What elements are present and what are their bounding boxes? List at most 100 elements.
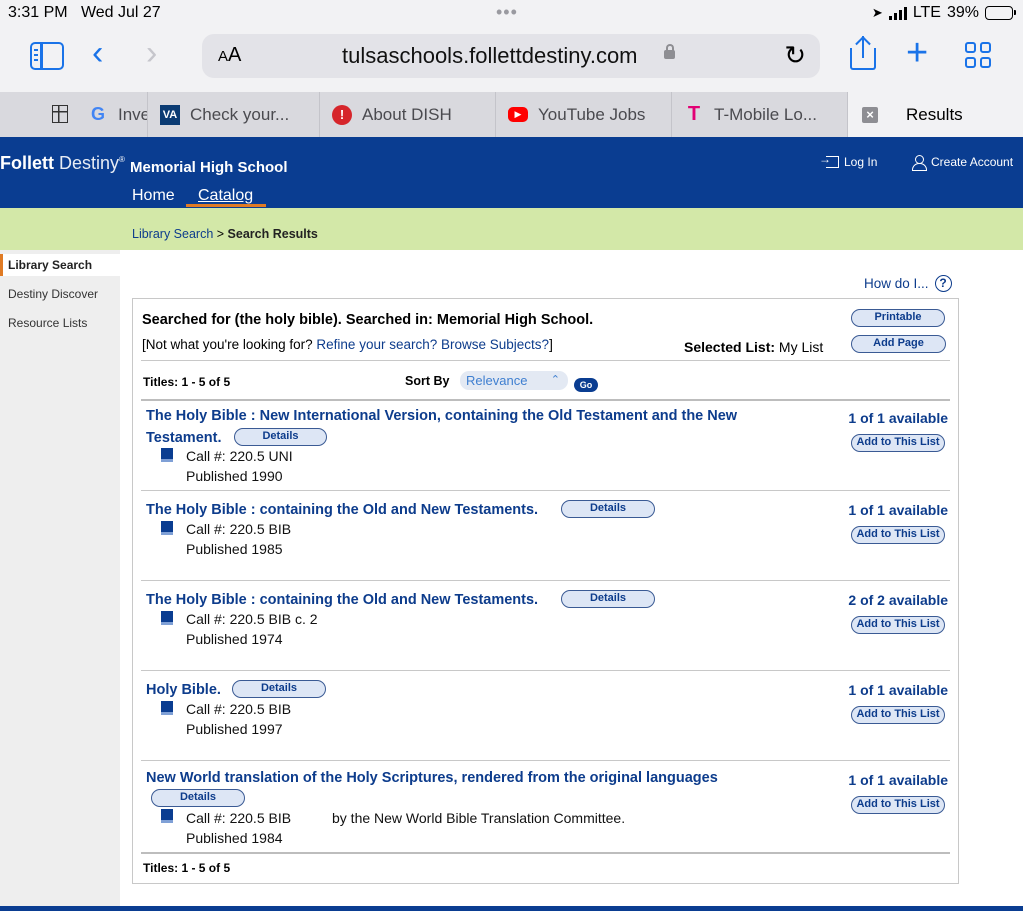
lock-icon — [664, 44, 675, 59]
book-icon — [161, 448, 173, 462]
add-to-list-button-3[interactable]: Add to This List — [851, 616, 945, 634]
details-button-1[interactable]: Details — [234, 428, 327, 446]
add-to-list-button-5[interactable]: Add to This List — [851, 796, 945, 814]
tab-label: Check your... — [190, 104, 290, 124]
breadcrumb-bar: Library Search > Search Results — [0, 208, 1023, 250]
result-meta-2: Call #: 220.5 BIB Published 1985 — [186, 521, 292, 557]
sort-select[interactable]: Relevance ⌃ — [460, 371, 568, 390]
breadcrumb-current: Search Results — [227, 227, 318, 241]
active-nav-indicator — [186, 204, 266, 207]
how-do-i-link[interactable]: How do I...? — [864, 275, 952, 292]
reload-icon[interactable]: ↻ — [784, 40, 806, 71]
nav-home[interactable]: Home — [132, 187, 175, 205]
result-title-2[interactable]: The Holy Bible : containing the Old and … — [146, 499, 538, 521]
add-to-list-button-4[interactable]: Add to This List — [851, 706, 945, 724]
selected-list: Selected List: My List — [684, 339, 824, 355]
divider — [141, 580, 950, 581]
result-meta-1: Call #: 220.5 UNI Published 1990 — [186, 448, 293, 484]
tab-tmobile[interactable]: T T-Mobile Lo... — [672, 92, 848, 137]
browse-subjects-link[interactable]: Browse Subjects? — [441, 337, 549, 352]
dish-icon: ! — [332, 104, 352, 125]
select-chevron-icon: ⌃ — [550, 374, 560, 386]
details-button-2[interactable]: Details — [561, 500, 655, 518]
close-icon[interactable]: × — [862, 106, 878, 123]
sidebar-item-resource-lists[interactable]: Resource Lists — [0, 312, 120, 334]
result-title-5[interactable]: New World translation of the Holy Script… — [146, 767, 718, 789]
result-meta-3: Call #: 220.5 BIB c. 2 Published 1974 — [186, 611, 318, 647]
add-to-list-button-2[interactable]: Add to This List — [851, 526, 945, 544]
signal-icon — [888, 6, 907, 20]
breadcrumb-separator: > — [213, 227, 228, 241]
availability-2: 1 of 1 available — [848, 502, 948, 518]
tab-label: About DISH — [362, 104, 452, 124]
result-title-1[interactable]: The Holy Bible : New International Versi… — [146, 405, 737, 449]
status-indicators: ➤ LTE 39% — [871, 4, 1016, 22]
go-button[interactable]: Go — [574, 378, 598, 392]
sidebar-toggle-icon[interactable] — [30, 42, 64, 70]
tab-youtube[interactable]: ▶ YouTube Jobs — [496, 92, 672, 137]
details-button-4[interactable]: Details — [232, 680, 326, 698]
result-author-5: by the New World Bible Translation Commi… — [332, 810, 626, 826]
battery-percent: 39% — [946, 4, 979, 21]
breadcrumb: Library Search > Search Results — [132, 227, 318, 241]
tab-strip: G Inve VA Check your... ! About DISH ▶ Y… — [0, 92, 1023, 137]
forward-chevron-icon[interactable]: › — [146, 34, 157, 73]
book-icon — [161, 611, 173, 625]
create-account-link[interactable]: Create Account — [912, 155, 1014, 171]
search-results-panel: Searched for (the holy bible). Searched … — [132, 298, 959, 884]
result-title-4[interactable]: Holy Bible. — [146, 679, 221, 701]
login-link[interactable]: Log In — [819, 152, 878, 169]
divider — [141, 399, 950, 401]
book-icon — [161, 521, 173, 535]
multitasking-dots[interactable]: ••• — [496, 2, 518, 23]
titles-count-top: Titles: 1 - 5 of 5 — [143, 375, 231, 389]
printable-button[interactable]: Printable — [851, 309, 945, 327]
user-icon — [912, 155, 927, 171]
login-label: Log In — [844, 155, 878, 169]
sort-by-label: Sort By — [405, 374, 450, 388]
how-do-i-label: How do I... — [864, 276, 929, 291]
details-button-5[interactable]: Details — [151, 789, 245, 807]
new-tab-plus-icon[interactable]: + — [906, 32, 928, 75]
result-title-3[interactable]: The Holy Bible : containing the Old and … — [146, 589, 538, 611]
school-name: Memorial High School — [130, 159, 288, 176]
text-size-button[interactable]: AA — [218, 44, 241, 67]
sidebar-item-destiny-discover[interactable]: Destiny Discover — [0, 283, 120, 305]
address-bar[interactable]: AA tulsaschools.follettdestiny.com ↻ — [202, 34, 820, 78]
share-icon[interactable] — [848, 36, 878, 72]
tab-va[interactable]: VA Check your... — [148, 92, 320, 137]
site-header: Follett Destiny® Memorial High School Ho… — [0, 137, 1023, 208]
breadcrumb-library-search[interactable]: Library Search — [132, 227, 213, 241]
tab-google[interactable]: G Inve — [0, 92, 148, 137]
divider — [141, 360, 950, 361]
tab-dish[interactable]: ! About DISH — [320, 92, 496, 137]
tab-label: Results — [906, 104, 963, 124]
add-to-list-button-1[interactable]: Add to This List — [851, 434, 945, 452]
details-button-3[interactable]: Details — [561, 590, 655, 608]
status-time: 3:31 PM Wed Jul 27 — [8, 4, 161, 21]
result-meta-4: Call #: 220.5 BIB Published 1997 — [186, 701, 292, 737]
left-sidebar: Library Search Destiny Discover Resource… — [0, 250, 120, 911]
tmobile-icon: T — [687, 103, 701, 125]
google-icon: G — [90, 104, 105, 124]
url-text[interactable]: tulsaschools.follettdestiny.com — [342, 43, 638, 69]
titles-count-bottom: Titles: 1 - 5 of 5 — [143, 861, 231, 875]
follett-destiny-logo[interactable]: Follett Destiny® — [0, 153, 125, 174]
battery-icon — [985, 6, 1016, 20]
sort-value: Relevance — [466, 373, 528, 388]
back-chevron-icon[interactable]: ‹ — [92, 34, 103, 73]
availability-4: 1 of 1 available — [848, 682, 948, 698]
availability-5: 1 of 1 available — [848, 772, 948, 788]
tab-results[interactable]: × Results — [848, 92, 1023, 137]
add-page-button[interactable]: Add Page — [851, 335, 946, 353]
location-icon: ➤ — [871, 5, 883, 20]
sidebar-item-library-search[interactable]: Library Search — [0, 254, 120, 276]
nav-catalog[interactable]: Catalog — [198, 187, 253, 205]
refine-search-link[interactable]: Refine your search? — [316, 337, 437, 352]
tab-label: T-Mobile Lo... — [714, 104, 817, 124]
status-bar: 3:31 PM Wed Jul 27 ••• ➤ LTE 39% — [0, 0, 1023, 28]
create-account-label: Create Account — [931, 155, 1014, 169]
tab-overview-icon[interactable] — [965, 42, 993, 70]
refine-prompt: [Not what you're looking for? Refine you… — [142, 337, 553, 352]
book-icon — [161, 701, 173, 715]
